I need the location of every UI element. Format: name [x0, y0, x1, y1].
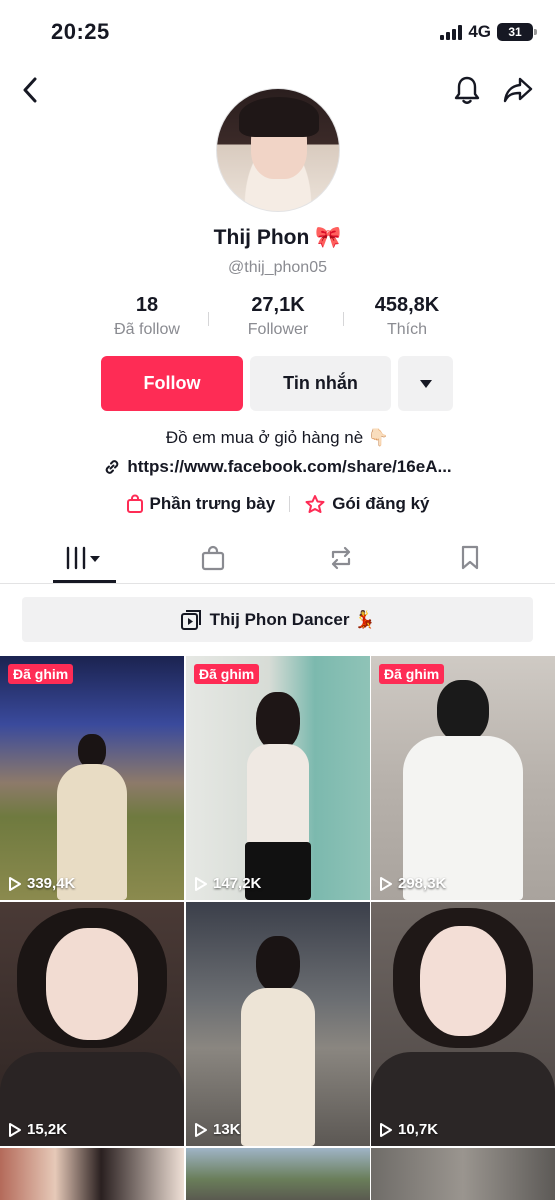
stat-followers[interactable]: 27,1K Follower — [208, 294, 348, 339]
status-indicators: 4G 31 — [440, 22, 537, 42]
back-arrow-icon — [23, 77, 37, 103]
video-thumbnail[interactable]: Đã ghim 298,3K — [371, 656, 555, 900]
playlist-label: Thij Phon Dancer 💃 — [209, 609, 376, 629]
video-thumbnail[interactable] — [186, 1148, 370, 1200]
profile-bio: Đồ em mua ở giỏ hàng nè 👇🏻 — [165, 428, 390, 447]
video-thumbnail[interactable] — [371, 1148, 555, 1200]
view-count: 10,7K — [379, 1121, 438, 1138]
stat-following-label: Đã follow — [114, 321, 180, 338]
tab-reposts[interactable] — [309, 542, 373, 574]
follow-button[interactable]: Follow — [101, 356, 243, 411]
more-options-button[interactable] — [398, 356, 453, 411]
play-icon — [195, 1122, 207, 1137]
signal-icon — [440, 24, 463, 40]
video-thumbnail[interactable]: 15,2K — [0, 902, 184, 1146]
battery-level: 31 — [508, 25, 522, 39]
shopping-bag-icon — [201, 545, 225, 571]
battery-icon: 31 — [497, 23, 537, 41]
view-count-text: 298,3K — [398, 875, 447, 892]
status-bar: 20:25 4G 31 — [0, 0, 555, 62]
grid-icon — [66, 546, 100, 570]
tab-saved[interactable] — [438, 542, 502, 574]
stat-following[interactable]: 18 Đã follow — [77, 294, 217, 339]
pinned-badge: Đã ghim — [379, 664, 445, 684]
playlist-button[interactable]: Thij Phon Dancer 💃 — [22, 597, 533, 642]
message-button[interactable]: Tin nhắn — [250, 356, 391, 411]
star-badge-icon — [305, 495, 325, 513]
view-count-text: 339,4K — [27, 875, 76, 892]
back-button[interactable] — [14, 72, 46, 108]
video-thumbnail[interactable]: 10,7K — [371, 902, 555, 1146]
stat-followers-label: Follower — [247, 321, 309, 338]
view-count: 13K — [194, 1121, 241, 1138]
notification-bell-button[interactable] — [450, 72, 484, 108]
video-thumbnail[interactable]: Đã ghim 339,4K — [0, 656, 184, 900]
stat-likes-count: 458,8K — [374, 294, 440, 316]
view-count-text: 10,7K — [398, 1121, 439, 1138]
stat-likes-label: Thích — [386, 321, 427, 338]
status-time: 20:25 — [51, 19, 110, 44]
profile-link-text: https://www.facebook.com/share/16eA... — [127, 457, 452, 476]
share-button[interactable] — [500, 72, 536, 108]
tab-shop[interactable] — [181, 542, 245, 574]
view-count: 147,2K — [194, 875, 261, 892]
profile-extras: Phần trưng bày Gói đăng ký — [0, 494, 555, 514]
bell-icon — [454, 76, 480, 104]
view-count: 298,3K — [379, 875, 446, 892]
profile-name: Thij Phon 🎀 — [213, 226, 342, 249]
view-count: 15,2K — [8, 1121, 67, 1138]
play-icon — [380, 876, 392, 891]
share-icon — [503, 77, 533, 103]
bookmark-icon — [461, 545, 479, 570]
view-count-text: 15,2K — [27, 1121, 68, 1138]
shopping-bag-icon — [126, 494, 143, 513]
play-icon — [195, 876, 207, 891]
extras-divider — [289, 496, 291, 512]
view-count-text: 13K — [213, 1121, 241, 1138]
play-icon — [380, 1122, 392, 1137]
view-count-text: 147,2K — [213, 875, 262, 892]
video-thumbnail[interactable]: 13K — [186, 902, 370, 1146]
caret-down-icon — [419, 379, 432, 388]
stat-followers-count: 27,1K — [251, 294, 305, 316]
repost-icon — [331, 546, 351, 570]
profile-link[interactable]: https://www.facebook.com/share/16eA... — [0, 457, 555, 477]
pinned-badge: Đã ghim — [194, 664, 260, 684]
tab-videos[interactable] — [52, 542, 116, 574]
subscription-link[interactable]: Gói đăng ký — [304, 494, 429, 514]
video-thumbnail[interactable] — [0, 1148, 184, 1200]
stat-following-count: 18 — [135, 294, 159, 316]
video-thumbnail[interactable]: Đã ghim 147,2K — [186, 656, 370, 900]
profile-stats: 18 Đã follow 27,1K Follower 458,8K Thích — [0, 294, 555, 344]
active-tab-indicator — [53, 580, 116, 583]
view-count: 339,4K — [8, 875, 75, 892]
network-type: 4G — [468, 22, 491, 41]
link-icon — [106, 460, 119, 474]
stat-likes[interactable]: 458,8K Thích — [337, 294, 477, 339]
showcase-label: Phần trưng bày — [149, 494, 276, 513]
profile-handle: @thij_phon05 — [228, 259, 327, 276]
showcase-link[interactable]: Phần trưng bày — [126, 494, 276, 514]
profile-tabs — [0, 532, 555, 584]
play-icon — [9, 876, 21, 891]
pinned-badge: Đã ghim — [8, 664, 74, 684]
play-icon — [9, 1122, 21, 1137]
avatar[interactable] — [216, 88, 340, 212]
subscription-label: Gói đăng ký — [332, 494, 430, 513]
playlist-icon — [180, 609, 201, 630]
